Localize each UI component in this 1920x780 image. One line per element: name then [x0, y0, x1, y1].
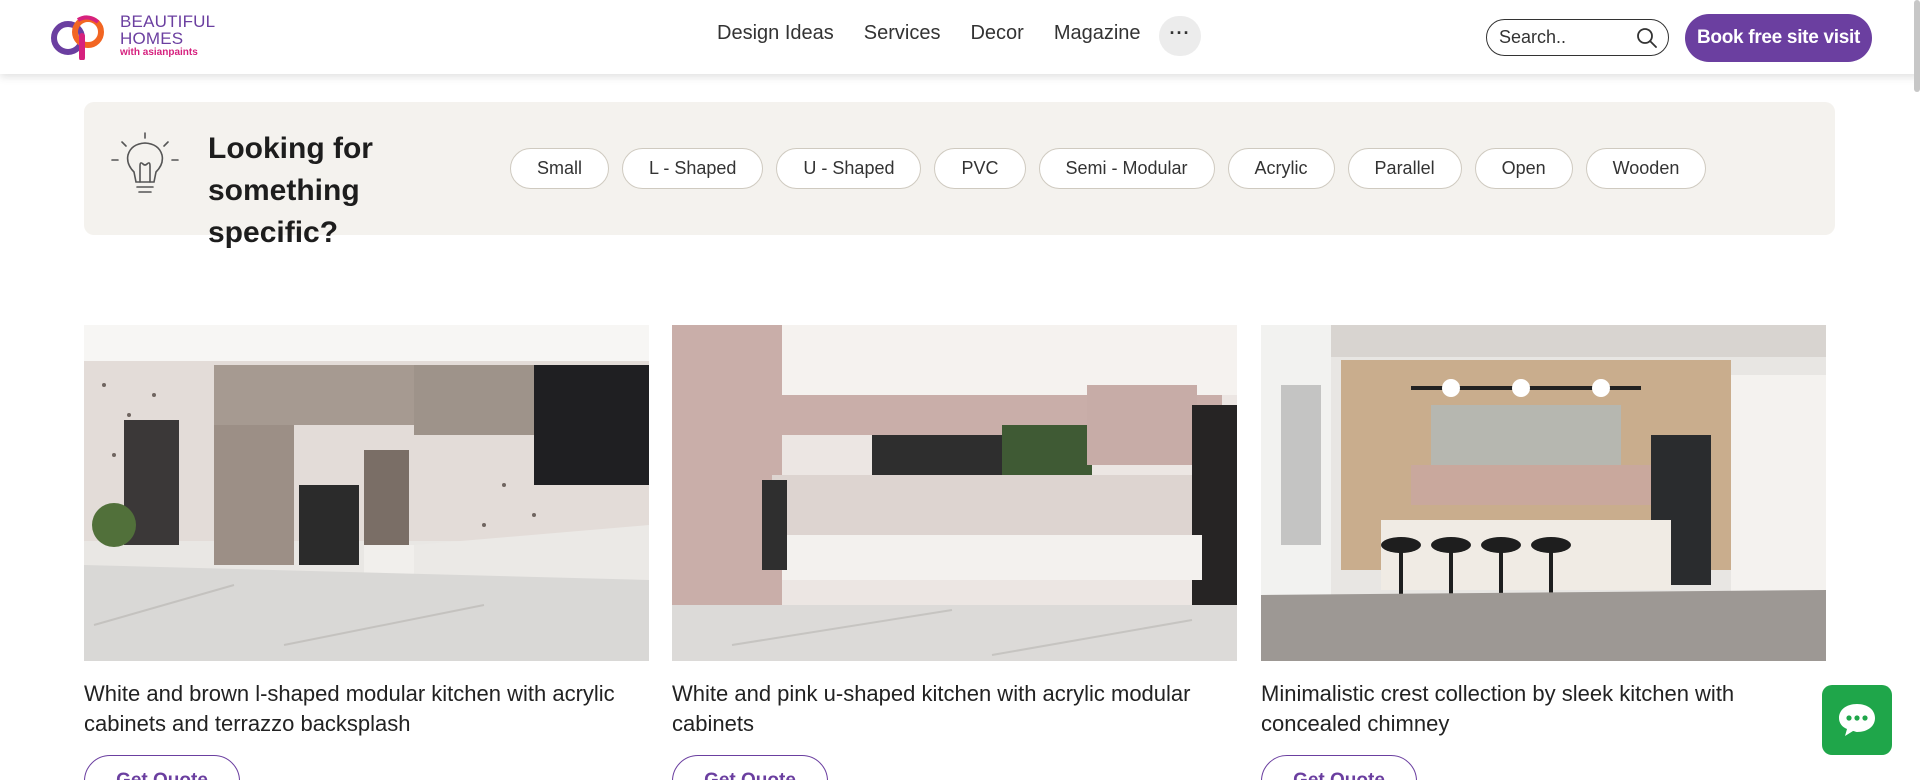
more-icon: ···	[1169, 23, 1191, 43]
search-icon[interactable]	[1636, 27, 1658, 49]
filter-panel: Looking for something specific? Small L …	[84, 102, 1835, 249]
main-nav: Design Ideas Services Decor Magazine	[717, 22, 1141, 45]
filter-chips: Small L - Shaped U - Shaped PVC Semi - M…	[510, 148, 1707, 189]
filter-heading: Looking for something specific?	[208, 132, 373, 249]
card-title[interactable]: White and brown l-shaped modular kitchen…	[84, 679, 649, 739]
chat-button[interactable]	[1822, 685, 1892, 755]
logo-text-line2: HOMES	[120, 28, 184, 48]
chip-open[interactable]: Open	[1474, 148, 1573, 189]
nav-decor[interactable]: Decor	[970, 22, 1023, 45]
get-quote-button[interactable]: Get Quote	[84, 755, 240, 780]
book-site-visit-button[interactable]: Book free site visit	[1685, 14, 1872, 62]
chip-acrylic[interactable]: Acrylic	[1227, 148, 1335, 189]
kitchen-card[interactable]: White and pink u-shaped kitchen with acr…	[672, 325, 1237, 780]
kitchen-image[interactable]	[84, 325, 649, 661]
more-menu-button[interactable]: ···	[1159, 16, 1201, 56]
get-quote-button[interactable]: Get Quote	[1261, 755, 1417, 780]
card-title[interactable]: White and pink u-shaped kitchen with acr…	[672, 679, 1237, 739]
chip-pvc[interactable]: PVC	[934, 148, 1026, 189]
chat-icon	[1839, 704, 1875, 736]
card-title[interactable]: Minimalistic crest collection by sleek k…	[1261, 679, 1826, 739]
chip-wooden[interactable]: Wooden	[1585, 148, 1707, 189]
chip-small[interactable]: Small	[510, 148, 610, 189]
chip-semi-modular[interactable]: Semi - Modular	[1038, 148, 1215, 189]
nav-services[interactable]: Services	[864, 22, 941, 45]
asian-paints-logo-icon	[51, 15, 104, 60]
logo-text-line1: BEAUTIFUL	[120, 11, 216, 31]
search-box[interactable]	[1486, 19, 1669, 56]
bulb-icon	[111, 132, 179, 193]
search-input[interactable]	[1499, 27, 1629, 48]
brand-logo[interactable]: BEAUTIFUL HOMES with asianpaints	[48, 10, 215, 60]
page-scrollbar[interactable]	[1914, 0, 1920, 92]
get-quote-button[interactable]: Get Quote	[672, 755, 828, 780]
kitchen-card[interactable]: White and brown l-shaped modular kitchen…	[84, 325, 649, 780]
chip-l-shaped[interactable]: L - Shaped	[622, 148, 764, 189]
kitchen-image[interactable]	[1261, 325, 1826, 661]
kitchen-image[interactable]	[672, 325, 1237, 661]
kitchen-card[interactable]: Minimalistic crest collection by sleek k…	[1261, 325, 1826, 780]
chip-parallel[interactable]: Parallel	[1347, 148, 1462, 189]
logo-text-line3: with asianpaints	[120, 46, 198, 58]
site-header: BEAUTIFUL HOMES with asianpaints Design …	[0, 0, 1920, 74]
chip-u-shaped[interactable]: U - Shaped	[776, 148, 922, 189]
nav-design-ideas[interactable]: Design Ideas	[717, 22, 834, 45]
nav-magazine[interactable]: Magazine	[1054, 22, 1141, 45]
